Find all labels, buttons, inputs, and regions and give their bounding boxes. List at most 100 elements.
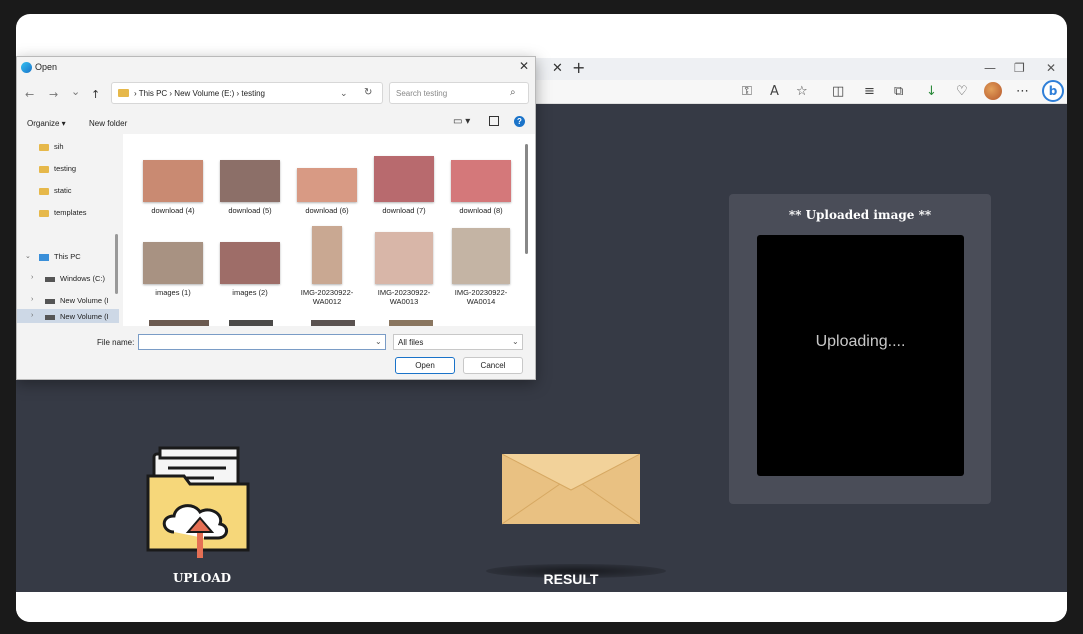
file-name: IMG-20230922-WA0014: [454, 288, 508, 306]
organize-button[interactable]: Organize ▾: [27, 119, 66, 128]
favorites-list-icon[interactable]: ≡: [864, 84, 875, 99]
chevron-down-icon[interactable]: ⌄: [340, 88, 348, 99]
file-name-input[interactable]: ⌄: [138, 334, 386, 350]
folder-icon: [39, 165, 49, 173]
file-type-select[interactable]: All files ⌄: [393, 334, 523, 350]
view-options-icon[interactable]: ▭ ▾: [453, 116, 470, 127]
tab-close-icon[interactable]: ✕: [552, 61, 563, 76]
uploaded-image-card: ** Uploaded image ** Uploading....: [729, 194, 991, 504]
recent-locations-button[interactable]: ⌄: [71, 85, 80, 98]
file-name-label: File name:: [97, 338, 135, 347]
file-name: IMG-20230922-WA0013: [377, 288, 431, 306]
nav-item-label: Windows (C:): [60, 274, 106, 283]
downloads-icon[interactable]: ↓: [926, 84, 937, 99]
file-item[interactable]: download (5): [214, 160, 286, 215]
chevron-right-icon[interactable]: ›: [31, 296, 33, 303]
image-thumbnail: [375, 232, 433, 284]
nav-item-testing[interactable]: testing: [39, 164, 76, 173]
file-item[interactable]: IMG-20230922-WA0014: [445, 228, 517, 306]
nav-item-templates[interactable]: templates: [39, 208, 87, 217]
file-name: download (4): [151, 206, 195, 215]
drive-icon: [45, 314, 55, 320]
chevron-down-icon[interactable]: ⌄: [375, 337, 382, 346]
chevron-right-icon[interactable]: ›: [31, 312, 33, 319]
partial-thumbnail: [149, 320, 209, 326]
file-item[interactable]: download (7): [368, 156, 440, 215]
folder-icon: [39, 209, 49, 217]
nav-item-label: New Volume (I: [60, 312, 109, 321]
nav-item-static[interactable]: static: [39, 186, 72, 195]
profile-avatar[interactable]: [984, 82, 1002, 100]
file-name: IMG-20230922-WA0012: [300, 288, 354, 306]
new-tab-button[interactable]: +: [572, 58, 585, 77]
file-item[interactable]: IMG-20230922-WA0012: [291, 226, 363, 306]
new-folder-button[interactable]: New folder: [89, 119, 127, 128]
nav-item-label: New Volume (I: [60, 296, 109, 305]
nav-item-label: static: [54, 186, 72, 195]
nav-item-new-volume-1[interactable]: New Volume (I: [45, 296, 109, 305]
back-button[interactable]: ←: [25, 88, 34, 101]
refresh-icon[interactable]: ↻: [364, 87, 372, 98]
file-item[interactable]: images (1): [137, 242, 209, 297]
image-thumbnail: [220, 242, 280, 284]
file-type-value: All files: [398, 338, 424, 347]
forward-button[interactable]: →: [49, 88, 58, 101]
file-name: download (8): [459, 206, 503, 215]
dialog-title: Open: [35, 62, 58, 72]
chevron-right-icon[interactable]: ›: [31, 274, 33, 281]
screen: ✕ + — ❐ ✕ ⚿ A ☆ ◫ ≡ ⧉ ↓ ♡ ⋯ b ** Uploade…: [16, 14, 1067, 622]
collections-icon[interactable]: ⧉: [894, 84, 903, 99]
file-item[interactable]: download (8): [445, 160, 517, 215]
favorite-star-icon[interactable]: ☆: [796, 84, 808, 99]
help-icon[interactable]: ?: [514, 116, 525, 127]
breadcrumb[interactable]: › This PC › New Volume (E:) › testing: [134, 89, 265, 98]
more-icon[interactable]: ⋯: [1016, 84, 1029, 99]
file-list: download (4) download (5) download (6) d…: [123, 134, 535, 326]
open-button[interactable]: Open: [395, 357, 455, 374]
device-frame: ✕ + — ❐ ✕ ⚿ A ☆ ◫ ≡ ⧉ ↓ ♡ ⋯ b ** Uploade…: [0, 0, 1083, 634]
file-item[interactable]: images (2): [214, 242, 286, 297]
minimize-button[interactable]: —: [984, 61, 996, 75]
up-button[interactable]: ↑: [91, 88, 100, 101]
upload-folder-icon[interactable]: [144, 446, 254, 561]
heart-shield-icon[interactable]: ♡: [956, 84, 968, 99]
nav-scrollbar[interactable]: [115, 234, 118, 294]
file-item[interactable]: IMG-20230922-WA0013: [368, 232, 440, 306]
nav-item-new-volume-2[interactable]: New Volume (I: [45, 312, 109, 321]
file-name: download (6): [305, 206, 349, 215]
image-thumbnail: [312, 226, 342, 284]
read-aloud-icon[interactable]: A: [770, 84, 779, 99]
folder-icon: [39, 187, 49, 195]
nav-item-sih[interactable]: sih: [39, 142, 64, 151]
upload-label[interactable]: UPLOAD: [156, 571, 248, 585]
key-icon[interactable]: ⚿: [742, 84, 752, 99]
split-screen-icon[interactable]: ◫: [832, 84, 844, 99]
envelope-icon: [502, 454, 640, 525]
nav-item-label: templates: [54, 208, 87, 217]
result-label[interactable]: RESULT: [526, 571, 616, 587]
navigation-pane: sih testing static templates ⌄ This PC ›…: [17, 134, 119, 326]
file-item[interactable]: download (6): [291, 160, 363, 215]
nav-item-windows-c[interactable]: Windows (C:): [45, 274, 105, 283]
bing-icon[interactable]: b: [1042, 80, 1064, 102]
image-thumbnail: [297, 168, 357, 202]
chevron-down-icon[interactable]: ⌄: [25, 252, 31, 260]
preview-pane-icon[interactable]: [489, 116, 499, 126]
file-name: images (2): [232, 288, 268, 297]
edge-icon: [21, 62, 32, 73]
search-input[interactable]: Search testing: [396, 89, 447, 98]
maximize-button[interactable]: ❐: [1014, 61, 1025, 75]
search-box[interactable]: Search testing ⌕: [389, 82, 529, 104]
file-name: images (1): [155, 288, 191, 297]
partial-thumbnail: [311, 320, 355, 326]
image-thumbnail: [143, 160, 203, 202]
nav-item-label: testing: [54, 164, 77, 173]
search-icon[interactable]: ⌕: [510, 87, 516, 98]
close-window-button[interactable]: ✕: [1046, 61, 1056, 75]
cancel-button[interactable]: Cancel: [463, 357, 523, 374]
address-bar[interactable]: › This PC › New Volume (E:) › testing ⌄ …: [111, 82, 383, 104]
nav-item-this-pc[interactable]: This PC: [39, 252, 81, 261]
dialog-close-button[interactable]: ✕: [519, 59, 529, 73]
file-list-scrollbar[interactable]: [525, 144, 528, 254]
file-item[interactable]: download (4): [137, 160, 209, 215]
